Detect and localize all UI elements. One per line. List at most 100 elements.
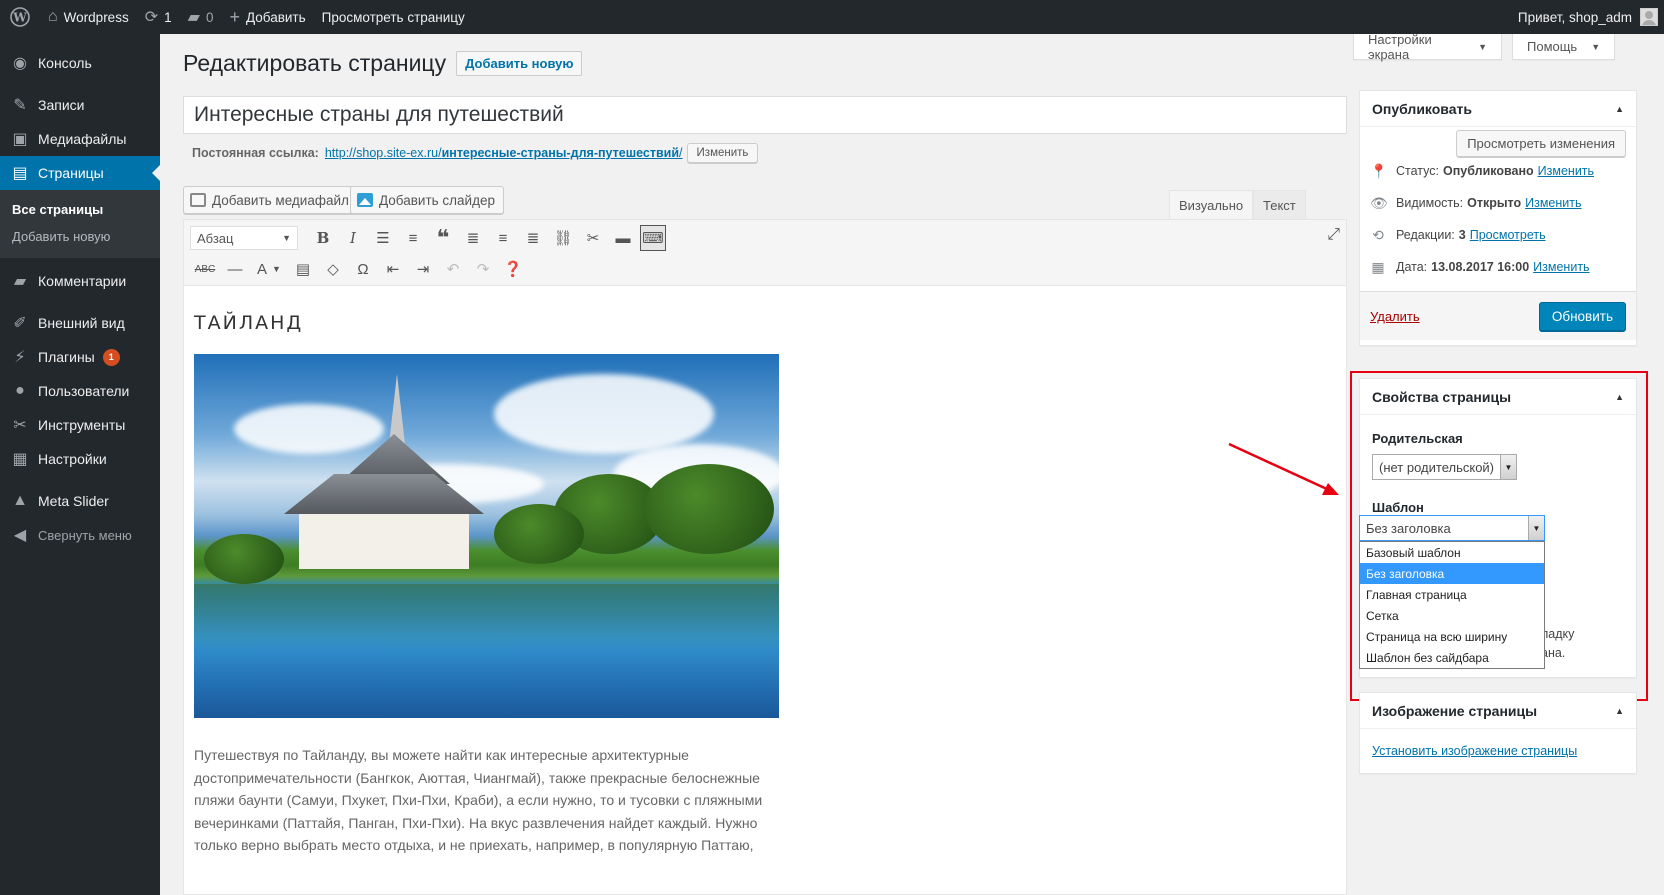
caret-down-icon: ▼ (1591, 41, 1601, 52)
add-new-link[interactable]: + Добавить (221, 0, 313, 34)
publish-box-header[interactable]: Опубликовать ▲ (1360, 91, 1636, 127)
align-right-button[interactable]: ≣ (518, 225, 548, 251)
align-left-button[interactable]: ≣ (458, 225, 488, 251)
help-button[interactable]: Помощь ▼ (1512, 34, 1615, 60)
numbered-list-button[interactable]: ≡ (398, 225, 428, 251)
special-character-button[interactable]: Ω (348, 256, 378, 282)
remove-link-button[interactable]: ✂ (578, 225, 608, 251)
post-title-input[interactable]: Интересные страны для путешествий (183, 96, 1347, 134)
sidebar-item-settings[interactable]: ▦ Настройки (0, 442, 160, 476)
comments-link[interactable]: ▰ 0 (180, 0, 222, 34)
blockquote-button[interactable]: ❝ (428, 225, 458, 251)
edit-permalink-button[interactable]: Изменить (686, 143, 759, 163)
bullet-list-button[interactable]: ☰ (368, 225, 398, 251)
collapse-menu-button[interactable]: ◀ Свернуть меню (0, 518, 160, 552)
sidebar-item-label: Комментарии (38, 273, 127, 289)
insert-link-button[interactable]: ⛓ (548, 225, 578, 251)
horizontal-line-button[interactable]: — (220, 256, 250, 282)
mountain-icon: ▲ (12, 492, 28, 509)
help-icon[interactable]: ❓ (498, 256, 528, 282)
featured-image-header[interactable]: Изображение страницы ▲ (1360, 693, 1636, 729)
tab-visual[interactable]: Визуально (1169, 190, 1254, 219)
admin-bar: W ⌂ Wordpress ⟳ 1 ▰ 0 + Добавить Просмотреть… (0, 0, 1664, 34)
post-title-value: Интересные страны для путешествий (194, 103, 564, 126)
edit-status-link[interactable]: Изменить (1538, 164, 1594, 178)
collapse-arrow-icon[interactable]: ▲ (1615, 104, 1624, 114)
updates-link[interactable]: ⟳ 1 (137, 0, 180, 34)
sidebar-item-meta-slider[interactable]: ▲ Meta Slider (0, 484, 160, 518)
publish-box: Опубликовать ▲ Просмотреть изменения 📍 Ста… (1359, 90, 1637, 346)
screen-options-button[interactable]: Настройки экрана ▼ (1353, 32, 1502, 62)
add-slider-label: Добавить слайдер (379, 192, 495, 208)
page-heading: Редактировать страницу Добавить новую (183, 50, 583, 77)
edit-date-link[interactable]: Изменить (1533, 260, 1589, 274)
preview-changes-button[interactable]: Просмотреть изменения (1456, 130, 1626, 157)
date-row: ▦ Дата: 13.08.2017 16:00 Изменить (1371, 258, 1590, 275)
align-center-button[interactable]: ≡ (488, 225, 518, 251)
bold-button[interactable]: B (308, 225, 338, 251)
admin-sidebar: ◉ Консоль ✎ Записи ▣ Медиафайлы ▤ Страницы В… (0, 34, 160, 895)
my-account[interactable]: Привет, shop_adm (1518, 0, 1658, 34)
undo-button[interactable]: ↶ (438, 256, 468, 282)
slider-icon (357, 193, 373, 207)
add-media-button[interactable]: Добавить медиафайл (183, 186, 358, 214)
view-page-link[interactable]: Просмотреть страницу (314, 0, 473, 34)
home-icon: ⌂ (48, 8, 58, 25)
sidebar-item-plugins[interactable]: ⚡ Плагины 1 (0, 340, 160, 374)
dashboard-icon: ◉ (13, 55, 27, 72)
view-page-label: Просмотреть страницу (321, 9, 465, 25)
brush-icon: ✐ (13, 315, 27, 332)
annotation-arrow (1228, 442, 1339, 495)
sidebar-item-appearance[interactable]: ✐ Внешний вид (0, 306, 160, 340)
submenu-all-pages[interactable]: Все страницы (0, 196, 160, 223)
italic-button[interactable]: I (338, 225, 368, 251)
fullscreen-icon[interactable]: ⤢ (1327, 226, 1340, 244)
site-name-link[interactable]: ⌂ Wordpress (40, 0, 137, 34)
media-icon (190, 193, 206, 207)
thailand-temple-image[interactable] (194, 354, 779, 718)
set-featured-image-link[interactable]: Установить изображение страницы (1372, 744, 1577, 758)
content-heading: ТАЙЛАНД (194, 312, 304, 334)
sidebar-item-dashboard[interactable]: ◉ Консоль (0, 46, 160, 80)
avatar (1640, 8, 1658, 26)
caret-down-icon: ▼ (282, 233, 291, 243)
comment-bubble-icon: ▰ (187, 9, 200, 26)
calendar-icon: ▦ (1371, 258, 1385, 275)
sidebar-item-label: Свернуть меню (38, 527, 132, 543)
sidebar-item-posts[interactable]: ✎ Записи (0, 88, 160, 122)
wrench-icon: ✂ (13, 417, 27, 434)
collapse-arrow-icon[interactable]: ▲ (1615, 706, 1624, 716)
sidebar-item-label: Медиафайлы (38, 131, 127, 147)
sidebar-item-pages[interactable]: ▤ Страницы (0, 156, 160, 190)
toolbar-toggle-button[interactable]: ⌨ (640, 225, 666, 251)
update-button[interactable]: Обновить (1538, 301, 1626, 331)
sidebar-item-comments[interactable]: ▰ Комментарии (0, 264, 160, 298)
permalink-link[interactable]: http://shop.site-ex.ru/интересные-страны… (325, 146, 683, 160)
sidebar-item-label: Записи (38, 97, 85, 113)
visibility-row: 👁 Видимость: Открыто Изменить (1370, 194, 1582, 211)
redo-button[interactable]: ↷ (468, 256, 498, 282)
strikethrough-button[interactable]: ABC (190, 256, 220, 282)
sidebar-item-media[interactable]: ▣ Медиафайлы (0, 122, 160, 156)
indent-button[interactable]: ⇥ (408, 256, 438, 282)
view-revisions-link[interactable]: Просмотреть (1470, 228, 1546, 242)
paste-text-button[interactable]: ▤ (288, 256, 318, 282)
tab-text[interactable]: Текст (1253, 190, 1306, 219)
outdent-button[interactable]: ⇤ (378, 256, 408, 282)
add-new-page-button[interactable]: Добавить новую (456, 51, 583, 76)
edit-visibility-link[interactable]: Изменить (1525, 196, 1581, 210)
sidebar-item-users[interactable]: ● Пользователи (0, 374, 160, 408)
editor-content[interactable]: ТАЙЛАНД Путешествуя по Тайланду, вы може… (184, 286, 1346, 883)
clear-formatting-button[interactable]: ◇ (318, 256, 348, 282)
add-slider-button[interactable]: Добавить слайдер (350, 186, 504, 214)
wordpress-logo-icon[interactable]: W (0, 0, 40, 34)
read-more-button[interactable]: ▬ (608, 225, 638, 251)
delete-link[interactable]: Удалить (1370, 309, 1420, 324)
plugins-update-badge: 1 (102, 348, 120, 366)
sidebar-item-tools[interactable]: ✂ Инструменты (0, 408, 160, 442)
text-color-button[interactable]: A ▼ (250, 256, 288, 282)
submenu-add-new[interactable]: Добавить новую (0, 223, 160, 250)
add-media-label: Добавить медиафайл (212, 192, 349, 208)
sidebar-item-label: Инструменты (38, 417, 126, 433)
format-select[interactable]: Абзац ▼ (190, 226, 298, 250)
